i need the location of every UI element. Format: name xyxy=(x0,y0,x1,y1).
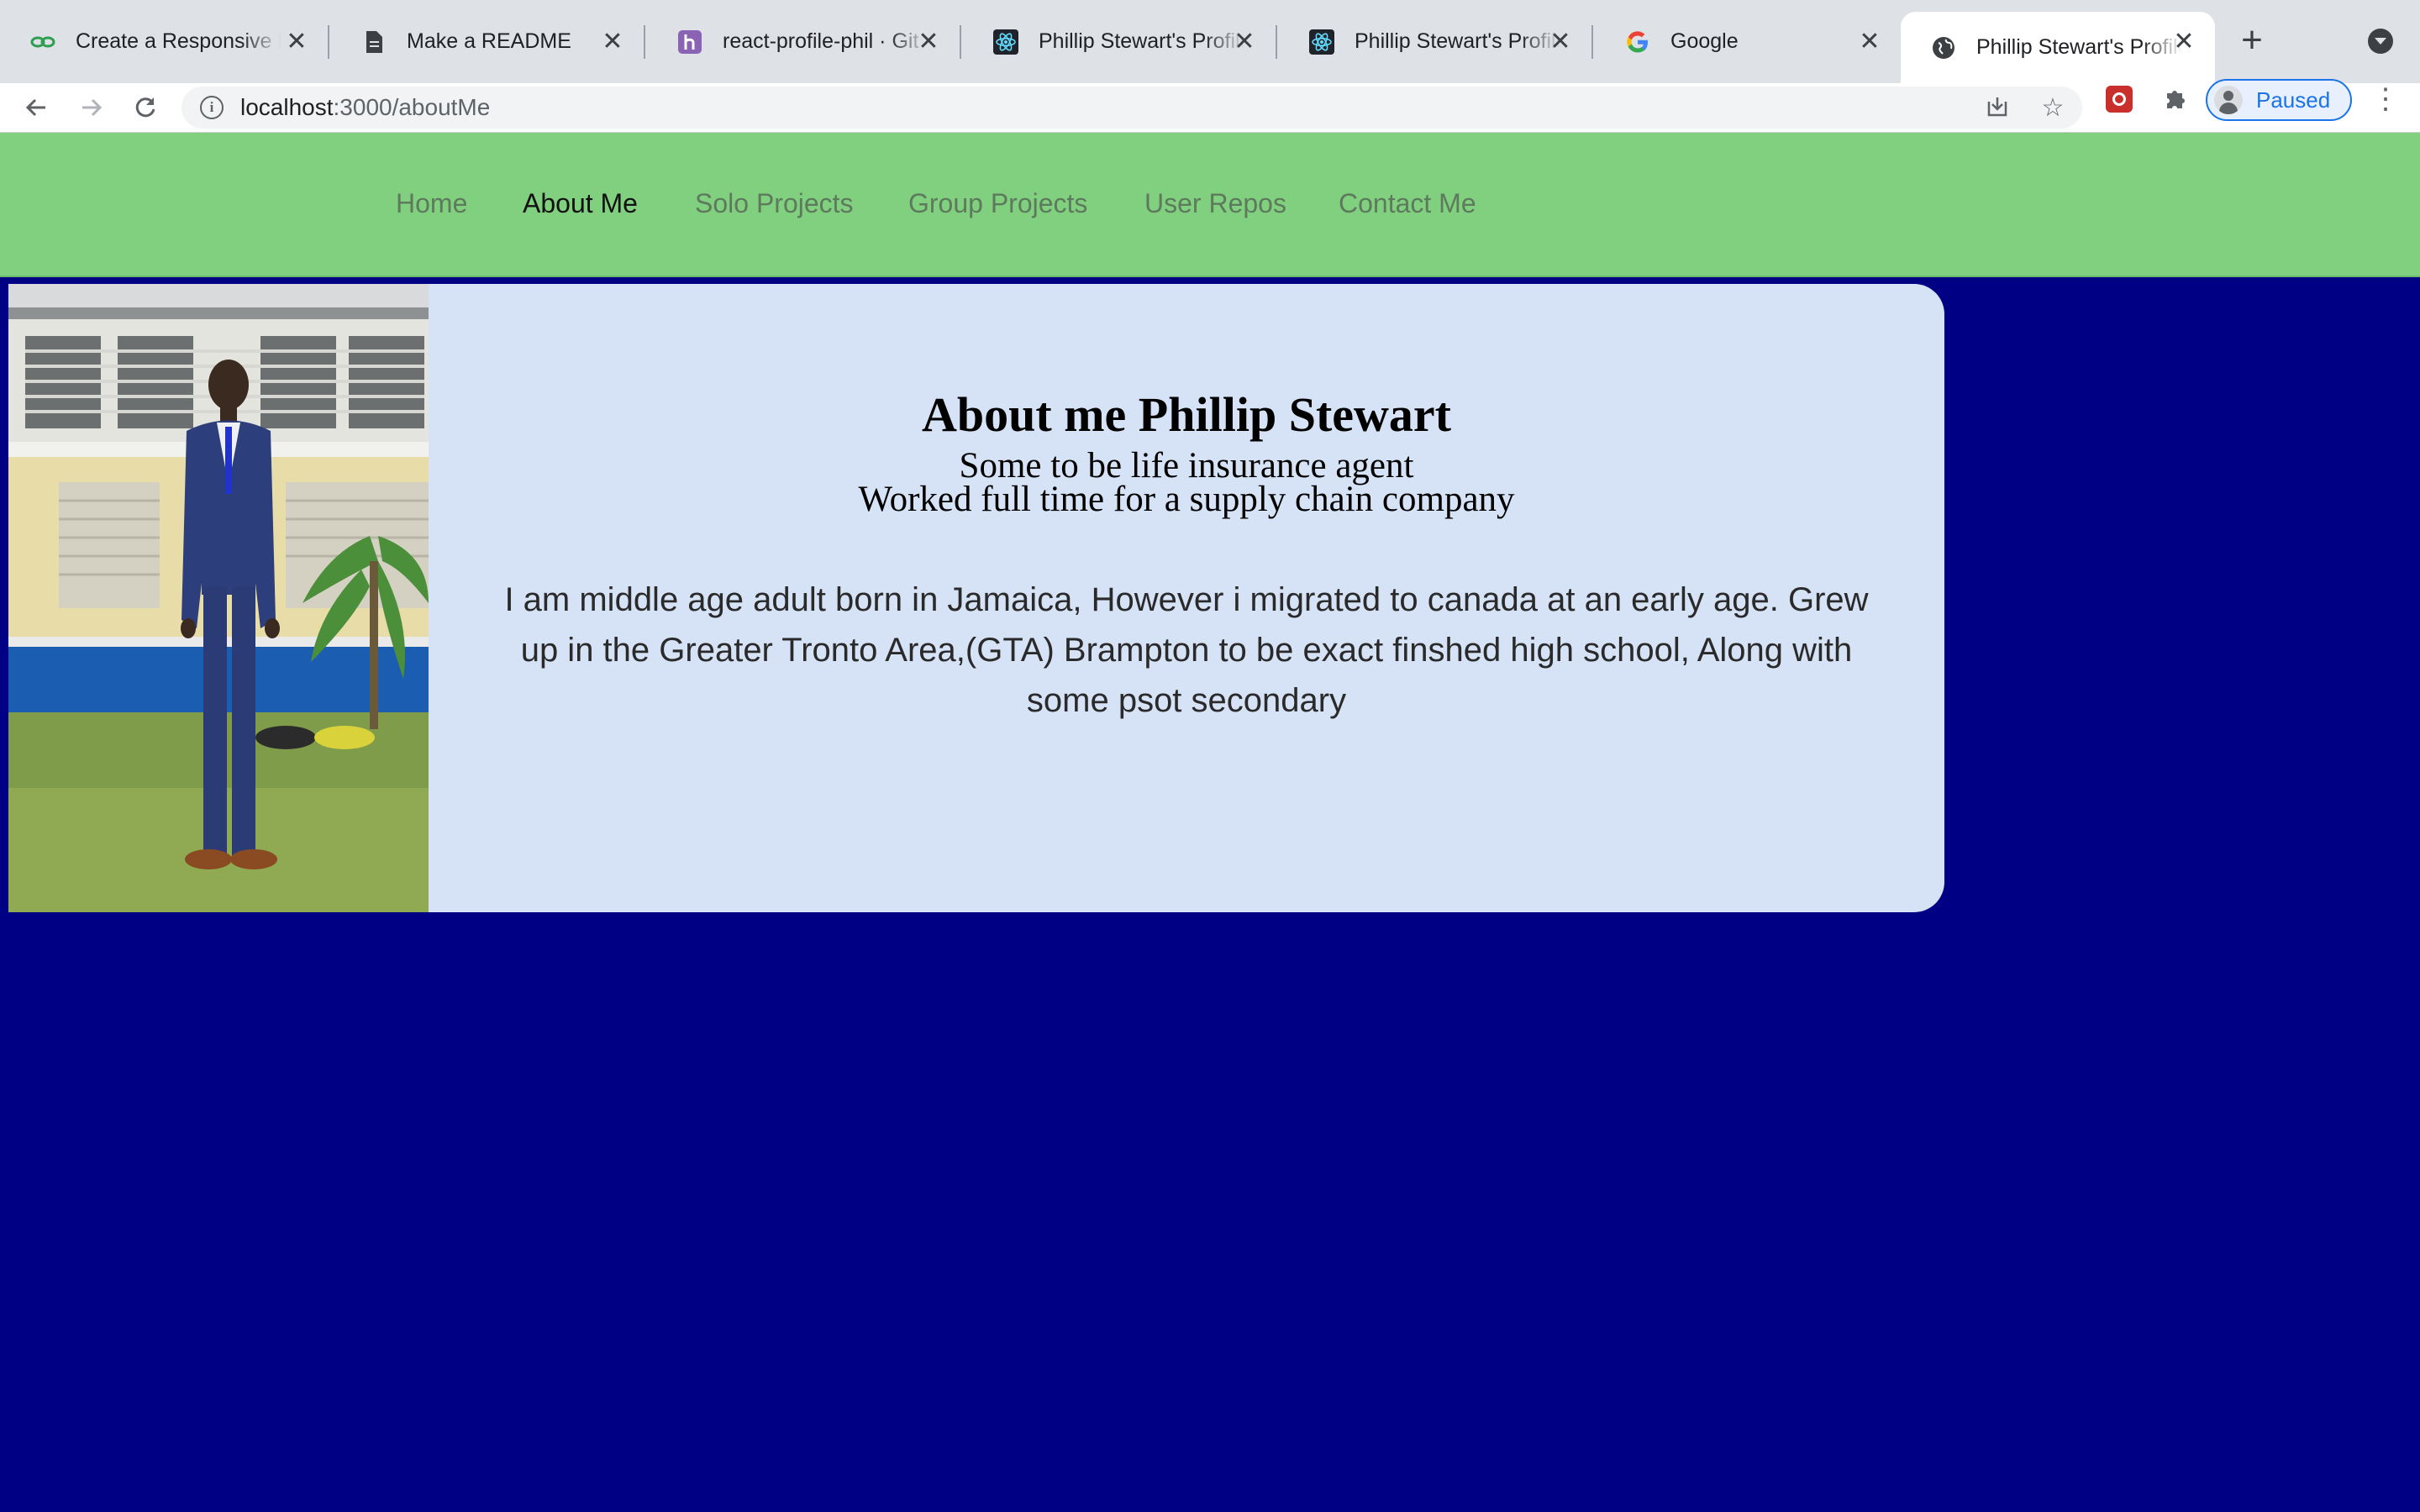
close-tab-icon[interactable]: ✕ xyxy=(1548,28,1573,55)
tab-divider xyxy=(1591,25,1593,59)
globe-icon xyxy=(1931,35,1956,60)
tab-divider xyxy=(1276,25,1277,59)
nav-link-group-projects[interactable]: Group Projects xyxy=(908,188,1087,219)
address-bar[interactable]: i localhost:3000/aboutMe xyxy=(182,87,2082,129)
avatar xyxy=(2214,86,2243,114)
forward-icon[interactable] xyxy=(71,83,113,132)
close-tab-icon[interactable]: ✕ xyxy=(284,28,309,55)
tab-title: Phillip Stewart's Profile xyxy=(1039,29,1244,53)
browser-tab[interactable]: Google ✕ xyxy=(1595,0,1901,83)
browser-toolbar: i localhost:3000/aboutMe ☆ xyxy=(0,83,2420,133)
browser-tab[interactable]: Make a README ✕ xyxy=(331,0,644,83)
close-tab-icon[interactable]: ✕ xyxy=(1232,28,1257,55)
site-info-icon[interactable]: i xyxy=(200,96,224,119)
nav-link-contact-me[interactable]: Contact Me xyxy=(1339,188,1476,219)
tab-title: Make a README xyxy=(407,29,571,53)
profile-status: Paused xyxy=(2256,87,2331,113)
tab-divider xyxy=(960,25,961,59)
react-icon xyxy=(993,29,1018,55)
about-card: About me Phillip Stewart Some to be life… xyxy=(8,284,1944,912)
browser-tab-active[interactable]: Phillip Stewart's Profile ✕ xyxy=(1901,12,2215,83)
tab-title: Create a Responsive N xyxy=(76,29,281,53)
browser-tab-strip: Create a Responsive N ✕ Make a README ✕ … xyxy=(0,0,2420,83)
link-icon xyxy=(30,29,55,55)
browser-tab[interactable]: Phillip Stewart's Profile ✕ xyxy=(1279,0,1591,83)
google-icon xyxy=(1625,29,1650,55)
back-icon[interactable] xyxy=(15,83,57,132)
url-text: localhost:3000/aboutMe xyxy=(240,94,491,120)
about-heading: About me Phillip Stewart xyxy=(922,387,1451,442)
reload-icon[interactable] xyxy=(124,83,166,132)
close-tab-icon[interactable]: ✕ xyxy=(916,28,941,55)
extensions-puzzle-icon[interactable] xyxy=(2160,84,2190,114)
nav-link-home[interactable]: Home xyxy=(396,188,467,219)
document-icon xyxy=(361,29,387,55)
browser-tab[interactable]: react-profile-phil · Git ✕ xyxy=(647,0,960,83)
close-tab-icon[interactable]: ✕ xyxy=(2171,28,2196,55)
nav-link-user-repos[interactable]: User Repos xyxy=(1144,188,1286,219)
extension-icon[interactable] xyxy=(2106,86,2133,113)
close-tab-icon[interactable]: ✕ xyxy=(600,28,625,55)
tab-title: Phillip Stewart's Profile xyxy=(1976,35,2182,59)
menu-kebab-icon[interactable]: ⋮ xyxy=(2371,84,2400,118)
install-icon[interactable] xyxy=(1983,93,2012,122)
site-navbar: Home About Me Solo Projects Group Projec… xyxy=(0,133,2420,277)
tab-divider xyxy=(328,25,329,59)
browser-tab[interactable]: Create a Responsive N ✕ xyxy=(0,0,328,83)
bookmark-star-icon[interactable]: ☆ xyxy=(2039,93,2067,122)
about-subline: Worked full time for a supply chain comp… xyxy=(858,480,1515,519)
about-text: About me Phillip Stewart Some to be life… xyxy=(429,284,1944,912)
browser-tab[interactable]: Phillip Stewart's Profile ✕ xyxy=(963,0,1276,83)
tab-divider xyxy=(644,25,645,59)
nav-link-solo-projects[interactable]: Solo Projects xyxy=(695,188,854,219)
react-icon xyxy=(1309,29,1334,55)
close-tab-icon[interactable]: ✕ xyxy=(1857,28,1882,55)
new-tab-icon[interactable]: + xyxy=(2237,22,2267,60)
tab-title: Phillip Stewart's Profile xyxy=(1355,29,1560,53)
about-paragraph: I am middle age adult born in Jamaica, H… xyxy=(504,581,1869,719)
profile-photo xyxy=(8,284,429,912)
heroku-icon xyxy=(677,29,702,55)
tab-search-icon[interactable] xyxy=(2368,29,2393,54)
nav-link-about-me[interactable]: About Me xyxy=(523,188,638,219)
tab-title: react-profile-phil · Git xyxy=(723,29,919,53)
tab-title: Google xyxy=(1670,29,1739,53)
profile-button[interactable]: Paused xyxy=(2206,79,2352,121)
